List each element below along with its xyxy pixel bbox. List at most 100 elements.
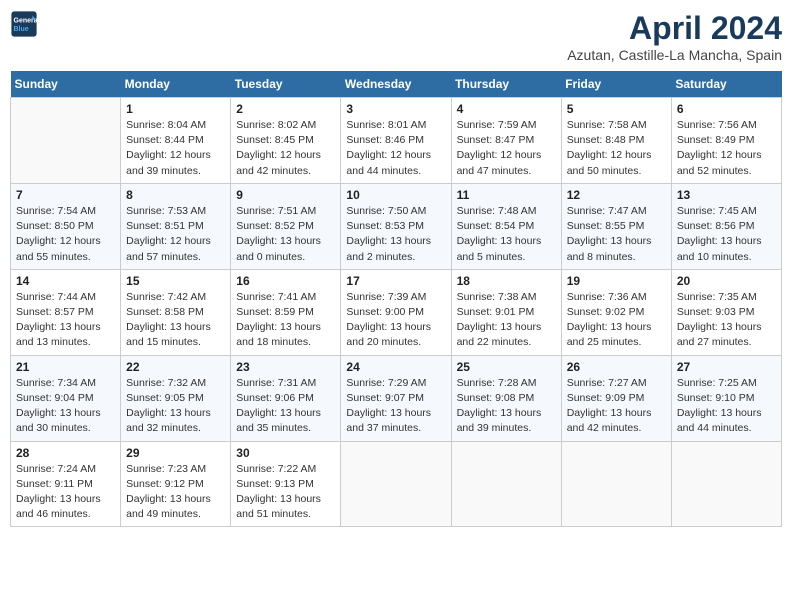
calendar-cell: 3Sunrise: 8:01 AM Sunset: 8:46 PM Daylig… [341,98,451,184]
calendar-cell: 6 Sunrise: 7:56 AM Sunset: 8:49 PM Daylig… [671,98,781,184]
day-info: Sunrise: 7:35 AM Sunset: 9:03 PM Dayligh… [677,290,776,351]
calendar-title: April 2024 [567,10,782,47]
calendar-table: SundayMondayTuesdayWednesdayThursdayFrid… [10,71,782,527]
day-number: 22 [126,360,225,374]
day-info: Sunrise: 7:32 AM Sunset: 9:05 PM Dayligh… [126,376,225,437]
day-number: 27 [677,360,776,374]
calendar-cell: 26 Sunrise: 7:27 AM Sunset: 9:09 PM Dayli… [561,355,671,441]
weekday-header-thursday: Thursday [451,71,561,98]
day-number: 2 [236,102,335,116]
calendar-cell: 8Sunrise: 7:53 AM Sunset: 8:51 PM Daylig… [121,183,231,269]
day-number: 6 [677,102,776,116]
day-info: Sunrise: 7:22 AM Sunset: 9:13 PM Dayligh… [236,462,335,523]
day-info: Sunrise: 7:39 AM Sunset: 9:00 PM Dayligh… [346,290,445,351]
day-number: 25 [457,360,556,374]
day-number: 12 [567,188,666,202]
calendar-cell: 1 Sunrise: 8:04 AM Sunset: 8:44 PM Daylig… [121,98,231,184]
logo-icon: General Blue [10,10,38,38]
day-info: Sunrise: 7:36 AM Sunset: 9:02 PM Dayligh… [567,290,666,351]
svg-text:Blue: Blue [14,26,29,33]
calendar-cell: 21 Sunrise: 7:34 AM Sunset: 9:04 PM Dayli… [11,355,121,441]
calendar-cell: 19 Sunrise: 7:36 AM Sunset: 9:02 PM Dayli… [561,269,671,355]
day-info: Sunrise: 8:04 AM Sunset: 8:44 PM Dayligh… [126,118,225,179]
calendar-cell: 27 Sunrise: 7:25 AM Sunset: 9:10 PM Dayli… [671,355,781,441]
day-info: Sunrise: 7:42 AM Sunset: 8:58 PM Dayligh… [126,290,225,351]
day-number: 28 [16,446,115,460]
weekday-header-wednesday: Wednesday [341,71,451,98]
calendar-cell [11,98,121,184]
weekday-header-saturday: Saturday [671,71,781,98]
day-number: 5 [567,102,666,116]
day-number: 7 [16,188,115,202]
day-number: 26 [567,360,666,374]
calendar-cell: 29 Sunrise: 7:23 AM Sunset: 9:12 PM Dayli… [121,441,231,527]
day-number: 11 [457,188,556,202]
calendar-cell: 17Sunrise: 7:39 AM Sunset: 9:00 PM Dayli… [341,269,451,355]
day-number: 13 [677,188,776,202]
calendar-cell: 23 Sunrise: 7:31 AM Sunset: 9:06 PM Dayli… [231,355,341,441]
day-number: 29 [126,446,225,460]
day-info: Sunrise: 7:58 AM Sunset: 8:48 PM Dayligh… [567,118,666,179]
day-info: Sunrise: 7:23 AM Sunset: 9:12 PM Dayligh… [126,462,225,523]
logo: General Blue [10,10,38,38]
calendar-cell: 9 Sunrise: 7:51 AM Sunset: 8:52 PM Daylig… [231,183,341,269]
day-info: Sunrise: 7:48 AM Sunset: 8:54 PM Dayligh… [457,204,556,265]
day-info: Sunrise: 7:47 AM Sunset: 8:55 PM Dayligh… [567,204,666,265]
day-info: Sunrise: 7:31 AM Sunset: 9:06 PM Dayligh… [236,376,335,437]
calendar-cell: 20 Sunrise: 7:35 AM Sunset: 9:03 PM Dayli… [671,269,781,355]
day-info: Sunrise: 7:54 AM Sunset: 8:50 PM Dayligh… [16,204,115,265]
day-number: 23 [236,360,335,374]
day-number: 1 [126,102,225,116]
day-info: Sunrise: 7:41 AM Sunset: 8:59 PM Dayligh… [236,290,335,351]
day-number: 24 [346,360,445,374]
day-info: Sunrise: 7:29 AM Sunset: 9:07 PM Dayligh… [346,376,445,437]
calendar-cell: 7 Sunrise: 7:54 AM Sunset: 8:50 PM Daylig… [11,183,121,269]
day-info: Sunrise: 7:50 AM Sunset: 8:53 PM Dayligh… [346,204,445,265]
day-number: 16 [236,274,335,288]
day-info: Sunrise: 7:45 AM Sunset: 8:56 PM Dayligh… [677,204,776,265]
calendar-cell: 30 Sunrise: 7:22 AM Sunset: 9:13 PM Dayli… [231,441,341,527]
day-number: 14 [16,274,115,288]
day-info: Sunrise: 7:59 AM Sunset: 8:47 PM Dayligh… [457,118,556,179]
calendar-cell: 14 Sunrise: 7:44 AM Sunset: 8:57 PM Dayli… [11,269,121,355]
day-info: Sunrise: 7:53 AM Sunset: 8:51 PM Dayligh… [126,204,225,265]
weekday-header-sunday: Sunday [11,71,121,98]
calendar-cell: 28 Sunrise: 7:24 AM Sunset: 9:11 PM Dayli… [11,441,121,527]
calendar-cell: 13 Sunrise: 7:45 AM Sunset: 8:56 PM Dayli… [671,183,781,269]
day-info: Sunrise: 7:44 AM Sunset: 8:57 PM Dayligh… [16,290,115,351]
day-number: 9 [236,188,335,202]
day-number: 15 [126,274,225,288]
day-info: Sunrise: 7:24 AM Sunset: 9:11 PM Dayligh… [16,462,115,523]
day-number: 21 [16,360,115,374]
calendar-cell [451,441,561,527]
calendar-cell: 24 Sunrise: 7:29 AM Sunset: 9:07 PM Dayli… [341,355,451,441]
calendar-cell: 18Sunrise: 7:38 AM Sunset: 9:01 PM Dayli… [451,269,561,355]
day-number: 30 [236,446,335,460]
calendar-cell: 5 Sunrise: 7:58 AM Sunset: 8:48 PM Daylig… [561,98,671,184]
calendar-cell: 4 Sunrise: 7:59 AM Sunset: 8:47 PM Daylig… [451,98,561,184]
calendar-subtitle: Azutan, Castille-La Mancha, Spain [567,47,782,63]
day-info: Sunrise: 7:56 AM Sunset: 8:49 PM Dayligh… [677,118,776,179]
calendar-cell: 12 Sunrise: 7:47 AM Sunset: 8:55 PM Dayli… [561,183,671,269]
day-number: 19 [567,274,666,288]
day-number: 10 [346,188,445,202]
calendar-cell [561,441,671,527]
day-info: Sunrise: 7:38 AM Sunset: 9:01 PM Dayligh… [457,290,556,351]
day-info: Sunrise: 7:27 AM Sunset: 9:09 PM Dayligh… [567,376,666,437]
day-number: 20 [677,274,776,288]
weekday-header-tuesday: Tuesday [231,71,341,98]
calendar-cell: 11 Sunrise: 7:48 AM Sunset: 8:54 PM Dayli… [451,183,561,269]
day-info: Sunrise: 7:28 AM Sunset: 9:08 PM Dayligh… [457,376,556,437]
day-number: 4 [457,102,556,116]
day-number: 3 [346,102,445,116]
calendar-cell: 10 Sunrise: 7:50 AM Sunset: 8:53 PM Dayli… [341,183,451,269]
calendar-cell [671,441,781,527]
calendar-cell: 16 Sunrise: 7:41 AM Sunset: 8:59 PM Dayli… [231,269,341,355]
title-area: April 2024 Azutan, Castille-La Mancha, S… [567,10,782,63]
calendar-cell: 25 Sunrise: 7:28 AM Sunset: 9:08 PM Dayli… [451,355,561,441]
calendar-cell: 2Sunrise: 8:02 AM Sunset: 8:45 PM Daylig… [231,98,341,184]
day-info: Sunrise: 7:51 AM Sunset: 8:52 PM Dayligh… [236,204,335,265]
calendar-cell: 15 Sunrise: 7:42 AM Sunset: 8:58 PM Dayli… [121,269,231,355]
day-info: Sunrise: 7:25 AM Sunset: 9:10 PM Dayligh… [677,376,776,437]
day-info: Sunrise: 7:34 AM Sunset: 9:04 PM Dayligh… [16,376,115,437]
